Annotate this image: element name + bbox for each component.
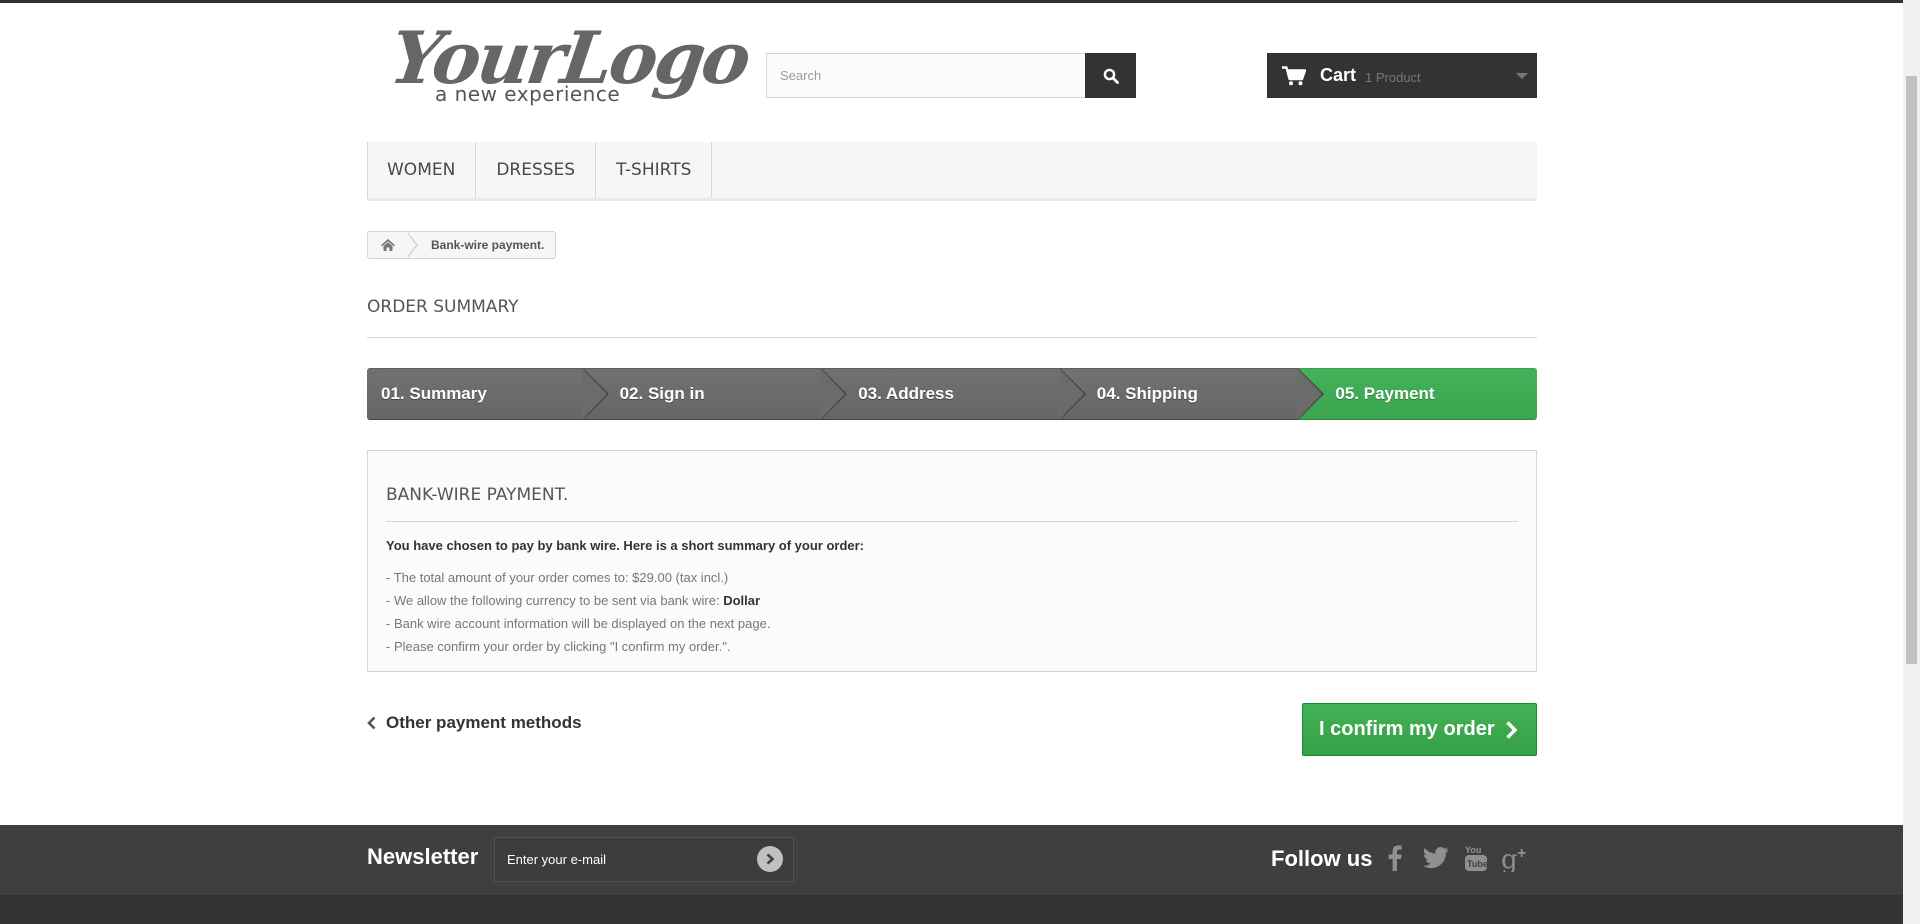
- google-plus-link[interactable]: g +: [1501, 843, 1531, 873]
- order-steps: 01. Summary 02. Sign in 03. Address 04. …: [367, 368, 1537, 420]
- step-payment: 05. Payment: [1298, 368, 1537, 420]
- newsletter-form: [494, 837, 794, 882]
- facebook-link[interactable]: [1380, 843, 1410, 873]
- youtube-icon: You Tube: [1465, 845, 1488, 871]
- payment-box-title: BANK-WIRE PAYMENT.: [386, 485, 1518, 522]
- footer-bottom-bar: [0, 895, 1903, 924]
- confirm-order-button[interactable]: I confirm my order: [1302, 703, 1537, 756]
- twitter-link[interactable]: [1421, 843, 1451, 873]
- svg-text:+: +: [1517, 845, 1526, 862]
- footer: Newsletter Follow us You Tube g +: [0, 825, 1903, 924]
- main-menu: WOMEN DRESSES T-SHIRTS: [367, 142, 1537, 201]
- payment-box-lines: - The total amount of your order comes t…: [386, 566, 1518, 658]
- site-logo[interactable]: YourLogo a new experience: [385, 15, 753, 108]
- payment-line-info: - Bank wire account information will be …: [386, 616, 771, 631]
- menu-item-dresses[interactable]: DRESSES: [476, 142, 597, 198]
- top-border: [0, 0, 1903, 3]
- payment-line-currency: - We allow the following currency to be …: [386, 589, 1518, 612]
- follow-us-title: Follow us: [1271, 846, 1373, 871]
- search-icon: [1103, 68, 1119, 84]
- scrollbar-thumb[interactable]: [1906, 76, 1917, 664]
- twitter-icon: [1423, 847, 1449, 869]
- logo-tagline: a new experience: [435, 82, 621, 106]
- home-icon: [381, 239, 395, 251]
- menu-item-tshirts[interactable]: T-SHIRTS: [596, 142, 713, 198]
- chevron-right-icon: [1505, 720, 1518, 739]
- cart-button[interactable]: Cart 1 Product: [1267, 53, 1537, 98]
- breadcrumb-current: Bank-wire payment.: [431, 238, 545, 252]
- breadcrumb-separator: [407, 232, 418, 258]
- cart-label: Cart: [1320, 65, 1357, 85]
- shopping-cart-icon: [1282, 65, 1306, 85]
- other-payment-methods-link[interactable]: Other payment methods: [367, 713, 582, 733]
- payment-line-currency-text: - We allow the following currency to be …: [386, 593, 724, 608]
- svg-text:g: g: [1501, 845, 1518, 872]
- currency-value: Dollar: [723, 593, 761, 608]
- google-plus-icon: g +: [1501, 845, 1526, 872]
- step-sign-in[interactable]: 02. Sign in: [582, 368, 847, 420]
- newsletter-email-input[interactable]: [495, 838, 735, 881]
- chevron-right-icon: [766, 853, 775, 865]
- youtube-link[interactable]: You Tube: [1461, 843, 1491, 873]
- breadcrumb-home-link[interactable]: [368, 232, 408, 258]
- facebook-icon: [1388, 845, 1402, 871]
- cart-quantity: 1 Product: [1365, 69, 1421, 85]
- chevron-left-icon: [367, 716, 376, 730]
- payment-line-confirm: - Please confirm your order by clicking …: [386, 639, 731, 654]
- caret-down-icon: [1516, 73, 1528, 79]
- svg-text:Tube: Tube: [1467, 859, 1488, 869]
- menu-item-women[interactable]: WOMEN: [367, 142, 477, 198]
- search-form: [766, 53, 1136, 98]
- newsletter-title: Newsletter: [367, 844, 479, 869]
- search-input[interactable]: [766, 53, 1085, 98]
- newsletter-submit-button[interactable]: [757, 846, 783, 872]
- step-shipping[interactable]: 04. Shipping: [1059, 368, 1324, 420]
- page-title: ORDER SUMMARY: [367, 297, 1537, 338]
- svg-text:You: You: [1465, 845, 1481, 855]
- payment-box-lead: You have chosen to pay by bank wire. Her…: [386, 538, 865, 553]
- payment-line-total: - The total amount of your order comes t…: [386, 570, 729, 585]
- step-summary[interactable]: 01. Summary: [367, 368, 609, 420]
- other-payment-methods-label: Other payment methods: [386, 713, 582, 732]
- search-button[interactable]: [1085, 53, 1136, 98]
- payment-summary-box: BANK-WIRE PAYMENT. You have chosen to pa…: [367, 450, 1537, 672]
- step-address[interactable]: 03. Address: [821, 368, 1086, 420]
- page-scrollbar[interactable]: [1903, 0, 1920, 924]
- confirm-order-label: I confirm my order: [1319, 718, 1495, 740]
- breadcrumb: Bank-wire payment.: [367, 231, 557, 259]
